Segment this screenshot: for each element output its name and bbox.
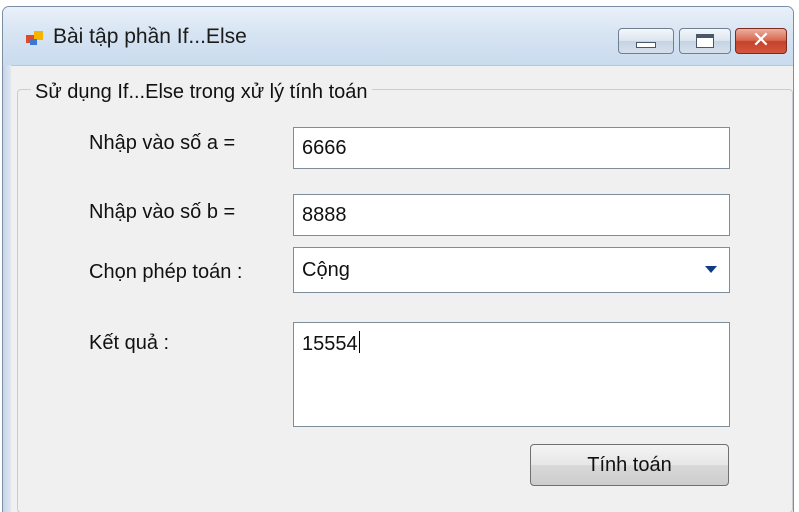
maximize-icon <box>696 34 714 48</box>
window-title: Bài tập phần If...Else <box>53 25 247 48</box>
close-icon: ✕ <box>751 28 771 53</box>
calculate-button[interactable]: Tính toán <box>530 444 729 486</box>
operation-label: Chọn phép toán : <box>89 261 243 283</box>
operation-selected-value: Cộng <box>302 259 350 281</box>
app-window: Bài tập phần If...Else ✕ Sử dụng If...El… <box>2 6 794 512</box>
minimize-icon <box>636 42 656 48</box>
input-b-label: Nhập vào số b = <box>89 201 236 223</box>
result-label: Kết quả : <box>89 332 170 354</box>
title-bar[interactable]: Bài tập phần If...Else ✕ <box>3 7 793 66</box>
input-b-field[interactable]: 8888 <box>293 194 730 236</box>
close-button[interactable]: ✕ <box>735 28 787 54</box>
text-caret <box>358 331 360 353</box>
app-window-icon <box>26 31 43 45</box>
group-box-legend: Sử dụng If...Else trong xử lý tính toán <box>31 81 372 104</box>
minimize-button[interactable] <box>618 28 674 54</box>
result-textarea[interactable]: 15554 <box>293 322 730 427</box>
input-a-field[interactable]: 6666 <box>293 127 730 169</box>
operation-select[interactable]: Cộng <box>293 247 730 293</box>
result-value: 15554 <box>302 333 358 355</box>
window-border <box>3 65 11 512</box>
input-a-label: Nhập vào số a = <box>89 132 236 154</box>
maximize-button[interactable] <box>679 28 731 54</box>
chevron-down-icon[interactable] <box>705 266 717 273</box>
